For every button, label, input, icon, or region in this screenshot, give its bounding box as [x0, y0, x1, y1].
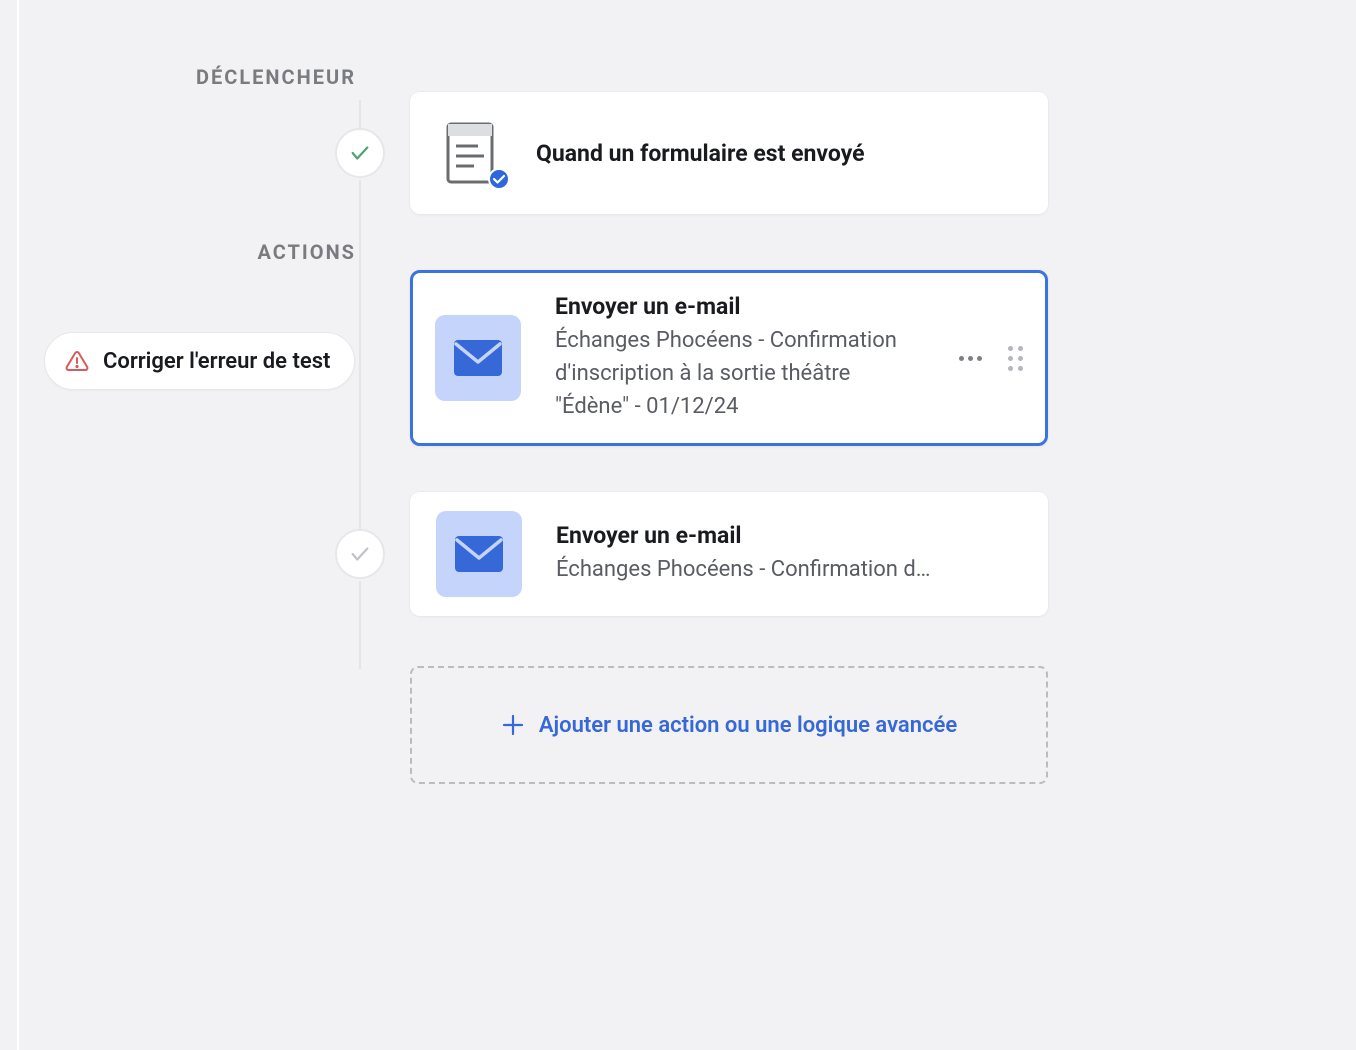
email-icon	[436, 511, 522, 597]
checkmark-icon	[349, 543, 371, 565]
add-action-label: Ajouter une action ou une logique avancé…	[539, 713, 957, 738]
connector-line	[359, 581, 361, 669]
trigger-section-label: DÉCLENCHEUR	[56, 65, 356, 89]
trigger-card[interactable]: Quand un formulaire est envoyé	[410, 92, 1048, 214]
drag-handle[interactable]	[1008, 346, 1023, 371]
action-status-indicator	[335, 529, 385, 579]
trigger-title: Quand un formulaire est envoyé	[536, 140, 865, 167]
checkmark-icon	[349, 142, 371, 164]
trigger-status-indicator	[335, 128, 385, 178]
warning-triangle-icon	[65, 349, 89, 373]
action-card-send-email-1[interactable]: Envoyer un e-mail Échanges Phocéens - Co…	[410, 270, 1048, 446]
left-page-border	[17, 0, 19, 1050]
error-pill-label: Corriger l'erreur de test	[103, 349, 330, 374]
email-icon	[435, 315, 521, 401]
plus-icon	[501, 713, 525, 737]
action-card-send-email-2[interactable]: Envoyer un e-mail Échanges Phocéens - Co…	[410, 492, 1048, 616]
form-icon	[446, 122, 502, 184]
action-title: Envoyer un e-mail	[556, 522, 1022, 549]
actions-section-label: ACTIONS	[56, 240, 356, 264]
add-action-button[interactable]: Ajouter une action ou une logique avancé…	[410, 666, 1048, 784]
action-subtitle: Échanges Phocéens - Confirmation d…	[556, 553, 986, 586]
action-title: Envoyer un e-mail	[555, 293, 925, 320]
connector-line	[359, 180, 361, 540]
fix-test-error-pill[interactable]: Corriger l'erreur de test	[44, 332, 355, 390]
more-options-button[interactable]	[959, 356, 982, 361]
check-badge-icon	[488, 168, 510, 190]
workflow-canvas: DÉCLENCHEUR ACTIONS Quand un formulaire …	[0, 0, 1356, 60]
action-subtitle: Échanges Phocéens - Confirmation d'inscr…	[555, 324, 925, 423]
connector-line	[359, 100, 361, 130]
